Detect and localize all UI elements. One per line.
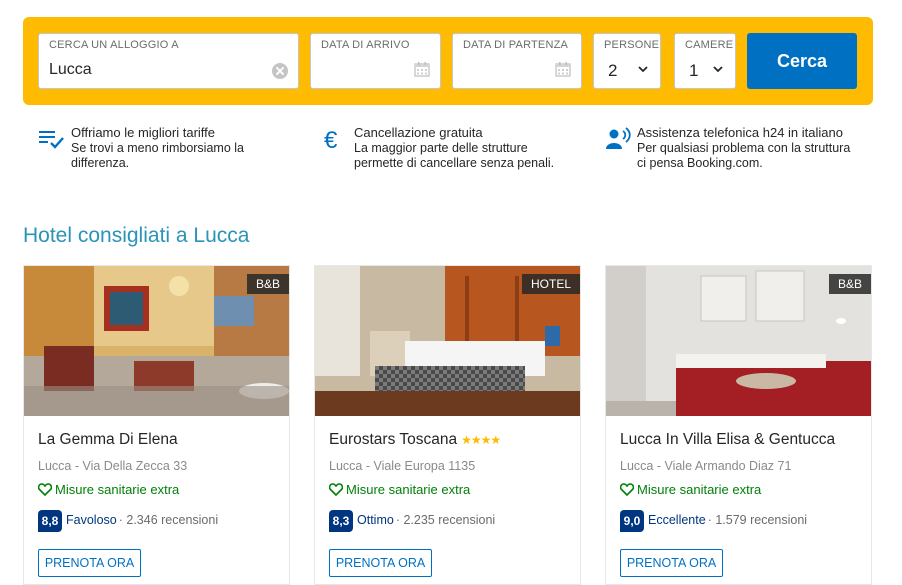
- review-score-word: Favoloso: [66, 513, 117, 527]
- destination-input[interactable]: Lucca: [49, 61, 92, 79]
- section-title: Hotel consigliati a Lucca: [23, 224, 250, 247]
- review-rating: 8,3 Ottimo · 2.235 recensioni: [329, 510, 495, 532]
- hotel-name-text[interactable]: Lucca In Villa Elisa & Gentucca: [620, 431, 835, 448]
- rooms-select[interactable]: CAMERE 1: [674, 33, 736, 89]
- hotel-card[interactable]: B&B La Gemma Di Elena Lucca - Via Della …: [23, 265, 290, 585]
- benefit-line: La maggior parte delle strutture: [354, 141, 528, 155]
- health-measures: Misure sanitarie extra: [329, 482, 470, 497]
- persons-value: 2: [608, 61, 618, 80]
- review-count: · 2.235 recensioni: [395, 513, 496, 527]
- persons-label: PERSONE: [604, 39, 660, 51]
- benefit-title: Offriamo le migliori tariffe: [71, 125, 216, 140]
- rooms-label: CAMERE: [685, 39, 734, 51]
- benefit-title: Assistenza telefonica h24 in italiano: [637, 125, 843, 140]
- svg-text:€: €: [324, 127, 338, 151]
- chevron-down-icon: [638, 66, 648, 73]
- checkout-field[interactable]: DATA DI PARTENZA: [452, 33, 582, 89]
- book-now-button[interactable]: PRENOTA ORA: [620, 549, 723, 577]
- benefit-description: Per qualsiasi problema con la struttura …: [637, 141, 850, 171]
- benefit-line: Se trovi a meno rimborsiamo la: [71, 141, 244, 155]
- hotel-name[interactable]: Lucca In Villa Elisa & Gentucca: [620, 431, 835, 449]
- hotel-photo[interactable]: B&B: [24, 266, 289, 416]
- property-type-badge: B&B: [246, 274, 289, 294]
- review-rating: 8,8 Favoloso · 2.346 recensioni: [38, 510, 218, 532]
- star-rating-icon: ★★★★: [461, 433, 501, 447]
- hotel-address: Lucca - Viale Armando Diaz 71: [620, 459, 792, 473]
- benefit-line: Per qualsiasi problema con la struttura: [637, 141, 851, 155]
- benefit-line: ci pensa Booking.com.: [637, 156, 763, 170]
- health-measures: Misure sanitarie extra: [38, 482, 179, 497]
- search-button[interactable]: Cerca: [747, 33, 857, 89]
- hotel-photo[interactable]: B&B: [606, 266, 871, 416]
- hotel-photo[interactable]: HOTEL: [315, 266, 580, 416]
- hotel-card[interactable]: HOTEL Eurostars Toscana ★★★★ Lucca - Vial…: [314, 265, 581, 585]
- checkin-field[interactable]: DATA DI ARRIVO: [310, 33, 441, 89]
- benefit-line: differenza.: [71, 156, 130, 170]
- chevron-down-icon: [713, 66, 723, 73]
- search-bar: CERCA UN ALLOGGIO A Lucca DATA DI ARRIVO…: [23, 17, 873, 105]
- phone-support-icon: [606, 127, 631, 149]
- hotel-address: Lucca - Via Della Zecca 33: [38, 459, 188, 473]
- book-now-button[interactable]: PRENOTA ORA: [38, 549, 141, 577]
- calendar-icon[interactable]: [414, 61, 430, 77]
- calendar-icon[interactable]: [555, 61, 571, 77]
- review-score-word: Ottimo: [357, 513, 394, 527]
- health-measures-text: Misure sanitarie extra: [637, 482, 762, 497]
- review-count: · 1.579 recensioni: [707, 513, 808, 527]
- property-type-badge: HOTEL: [521, 274, 580, 294]
- checkout-label: DATA DI PARTENZA: [463, 39, 569, 51]
- review-rating: 9,0 Eccellente · 1.579 recensioni: [620, 510, 807, 532]
- heart-icon: [329, 483, 343, 496]
- review-count: · 2.346 recensioni: [118, 513, 219, 527]
- health-measures-text: Misure sanitarie extra: [346, 482, 471, 497]
- destination-field[interactable]: CERCA UN ALLOGGIO A Lucca: [38, 33, 299, 89]
- health-measures-text: Misure sanitarie extra: [55, 482, 180, 497]
- property-type-badge: B&B: [828, 274, 871, 294]
- destination-label: CERCA UN ALLOGGIO A: [49, 39, 179, 51]
- checkin-label: DATA DI ARRIVO: [321, 39, 410, 51]
- hotel-name[interactable]: Eurostars Toscana ★★★★: [329, 431, 501, 449]
- rooms-value: 1: [689, 61, 699, 80]
- hotel-address: Lucca - Viale Europa 1135: [329, 459, 476, 473]
- euro-icon: €: [324, 127, 338, 151]
- health-measures: Misure sanitarie extra: [620, 482, 761, 497]
- persons-select[interactable]: PERSONE 2: [593, 33, 661, 89]
- benefit-line: permette di cancellare senza penali.: [354, 156, 555, 170]
- benefit-description: Se trovi a meno rimborsiamo la differenz…: [71, 141, 244, 171]
- review-score-badge: 8,3: [329, 510, 353, 532]
- book-now-button[interactable]: PRENOTA ORA: [329, 549, 432, 577]
- review-score-word: Eccellente: [648, 513, 706, 527]
- review-score-badge: 9,0: [620, 510, 644, 532]
- heart-icon: [620, 483, 634, 496]
- heart-icon: [38, 483, 52, 496]
- clear-icon[interactable]: [272, 63, 288, 79]
- hotel-name-text[interactable]: Eurostars Toscana: [329, 431, 457, 448]
- review-score-badge: 8,8: [38, 510, 62, 532]
- hotel-card[interactable]: B&B Lucca In Villa Elisa & Gentucca Lucc…: [605, 265, 872, 585]
- hotel-name[interactable]: La Gemma Di Elena: [38, 431, 178, 449]
- benefit-description: La maggior parte delle strutture permett…: [354, 141, 554, 171]
- list-check-icon: [39, 131, 64, 149]
- hotel-name-text[interactable]: La Gemma Di Elena: [38, 431, 178, 448]
- benefit-title: Cancellazione gratuita: [354, 125, 483, 140]
